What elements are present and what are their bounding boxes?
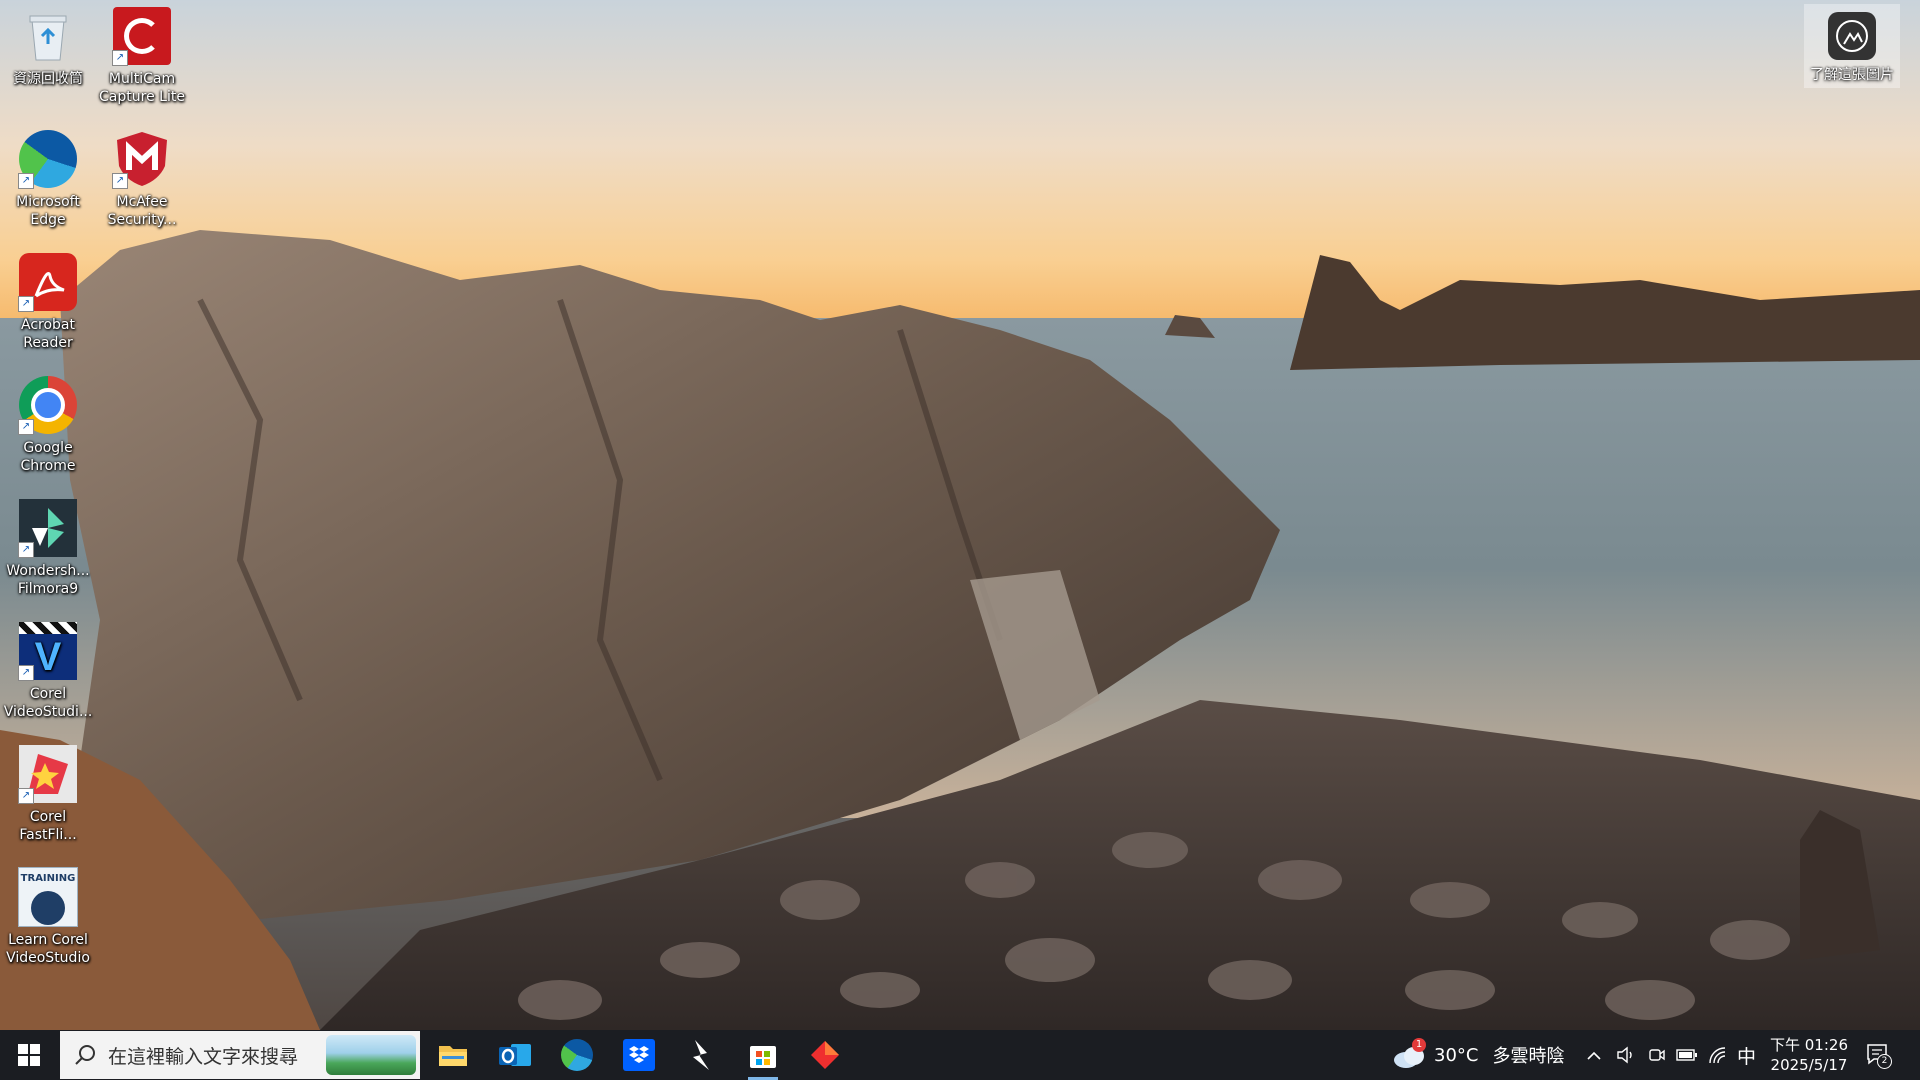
speaker-icon bbox=[1617, 1046, 1632, 1064]
mcafee-shield-icon: ↗ bbox=[112, 129, 172, 189]
acrobat-icon: ↗ bbox=[18, 252, 78, 312]
icon-label: Acrobat Reader bbox=[21, 317, 75, 351]
fastflick-icon: ↗ bbox=[18, 744, 78, 804]
acrobat-reader-shortcut[interactable]: ↗ Acrobat Reader bbox=[0, 246, 96, 352]
notification-icon: 2 bbox=[1866, 1043, 1892, 1069]
shortcut-arrow-icon: ↗ bbox=[18, 173, 34, 189]
taskbar: 在這裡輸入文字來搜尋 1 30°C 多雲時陰 中 下午 01:26 2025/5… bbox=[0, 1030, 1920, 1080]
icon-label: Corel FastFli... bbox=[19, 809, 77, 843]
taskbar-edge[interactable] bbox=[548, 1030, 606, 1080]
wifi-icon bbox=[1709, 1047, 1726, 1064]
show-hidden-icons-button[interactable] bbox=[1586, 1030, 1602, 1080]
shortcut-arrow-icon: ↗ bbox=[18, 419, 34, 435]
multicam-capture-lite-shortcut[interactable]: ↗ MultiCam Capture Lite bbox=[94, 0, 190, 106]
training-icon: TRAINING bbox=[18, 867, 78, 927]
taskbar-app-red-diamond[interactable] bbox=[796, 1030, 854, 1080]
chevron-up-icon bbox=[1587, 1051, 1601, 1060]
shortcut-arrow-icon: ↗ bbox=[112, 50, 128, 66]
icon-label: McAfee Security... bbox=[107, 194, 177, 228]
microsoft-edge-shortcut[interactable]: ↗ Microsoft Edge bbox=[0, 123, 96, 229]
network-button[interactable] bbox=[1708, 1030, 1728, 1080]
weather-widget[interactable]: 1 30°C 多雲時陰 bbox=[1392, 1030, 1564, 1080]
shortcut-arrow-icon: ↗ bbox=[18, 788, 34, 804]
app-lightning-icon bbox=[693, 1040, 709, 1070]
multicam-icon: ↗ bbox=[112, 6, 172, 66]
shortcut-arrow-icon: ↗ bbox=[18, 665, 34, 681]
camera-icon bbox=[1649, 1049, 1665, 1061]
microsoft-store-icon bbox=[750, 1046, 776, 1068]
clock-time: 下午 01:26 bbox=[1770, 1036, 1848, 1054]
desktop-wallpaper bbox=[0, 0, 1920, 1030]
dropbox-icon bbox=[623, 1039, 655, 1071]
app-red-diamond-icon bbox=[811, 1041, 839, 1069]
mcafee-security-shortcut[interactable]: ↗ McAfee Security... bbox=[94, 123, 190, 229]
icon-label: MultiCam Capture Lite bbox=[99, 71, 185, 105]
icon-label: Microsoft Edge bbox=[16, 194, 80, 228]
shortcut-arrow-icon: ↗ bbox=[18, 542, 34, 558]
file-explorer-icon bbox=[439, 1046, 467, 1066]
taskbar-dropbox[interactable] bbox=[610, 1030, 668, 1080]
chrome-icon: ↗ bbox=[18, 375, 78, 435]
outlook-icon bbox=[499, 1044, 531, 1066]
filmora9-shortcut[interactable]: ↗ Wondersh... Filmora9 bbox=[0, 492, 96, 598]
icon-label: Wondersh... Filmora9 bbox=[6, 563, 90, 597]
icon-label: Corel VideoStudi... bbox=[3, 686, 93, 720]
start-button[interactable] bbox=[0, 1030, 58, 1080]
recycle-bin-shortcut[interactable]: 資源回收筒 bbox=[0, 0, 96, 88]
taskbar-clock[interactable]: 下午 01:26 2025/5/17 bbox=[1766, 1035, 1852, 1075]
taskbar-app-lightning[interactable] bbox=[672, 1030, 730, 1080]
notification-count: 2 bbox=[1877, 1054, 1892, 1069]
input-method-indicator[interactable]: 中 bbox=[1737, 1030, 1756, 1080]
cloudy-weather-icon: 1 bbox=[1392, 1038, 1426, 1070]
search-icon bbox=[75, 1045, 95, 1065]
learn-corel-videostudio-shortcut[interactable]: TRAINING Learn Corel VideoStudio bbox=[0, 861, 96, 967]
edge-icon bbox=[561, 1039, 593, 1071]
filmora-icon: ↗ bbox=[18, 498, 78, 558]
battery-icon bbox=[1676, 1049, 1697, 1061]
icon-label: 資源回收筒 bbox=[13, 71, 83, 87]
shortcut-arrow-icon: ↗ bbox=[112, 173, 128, 189]
meet-now-button[interactable] bbox=[1648, 1030, 1666, 1080]
corel-videostudio-shortcut[interactable]: V ↗ Corel VideoStudi... bbox=[0, 615, 96, 721]
windows-logo-icon bbox=[18, 1044, 40, 1066]
taskbar-microsoft-store[interactable] bbox=[734, 1030, 792, 1080]
volume-button[interactable] bbox=[1616, 1030, 1636, 1080]
action-center-button[interactable]: 2 bbox=[1866, 1030, 1892, 1080]
weather-temperature: 30°C bbox=[1434, 1044, 1479, 1066]
icon-label: Learn Corel VideoStudio bbox=[6, 932, 90, 966]
weather-condition: 多雲時陰 bbox=[1492, 1046, 1565, 1067]
edge-icon: ↗ bbox=[18, 129, 78, 189]
battery-button[interactable] bbox=[1676, 1030, 1698, 1080]
icon-label: Google Chrome bbox=[20, 440, 76, 474]
learn-about-picture-button[interactable]: 了解這張圖片 bbox=[1804, 4, 1900, 88]
videostudio-icon: V ↗ bbox=[18, 621, 78, 681]
taskbar-search-box[interactable]: 在這裡輸入文字來搜尋 bbox=[60, 1031, 420, 1079]
camera-info-icon bbox=[1828, 12, 1876, 60]
search-highlight-image bbox=[326, 1035, 416, 1075]
taskbar-outlook[interactable] bbox=[486, 1030, 544, 1080]
learn-picture-label: 了解這張圖片 bbox=[1810, 67, 1894, 83]
shortcut-arrow-icon: ↗ bbox=[18, 296, 34, 312]
weather-alert-badge: 1 bbox=[1412, 1038, 1426, 1052]
corel-fastflick-shortcut[interactable]: ↗ Corel FastFli... bbox=[0, 738, 96, 844]
google-chrome-shortcut[interactable]: ↗ Google Chrome bbox=[0, 369, 96, 475]
recycle-bin-icon bbox=[18, 6, 78, 66]
clock-date: 2025/5/17 bbox=[1770, 1056, 1848, 1074]
taskbar-file-explorer[interactable] bbox=[424, 1030, 482, 1080]
search-placeholder: 在這裡輸入文字來搜尋 bbox=[108, 1045, 299, 1068]
